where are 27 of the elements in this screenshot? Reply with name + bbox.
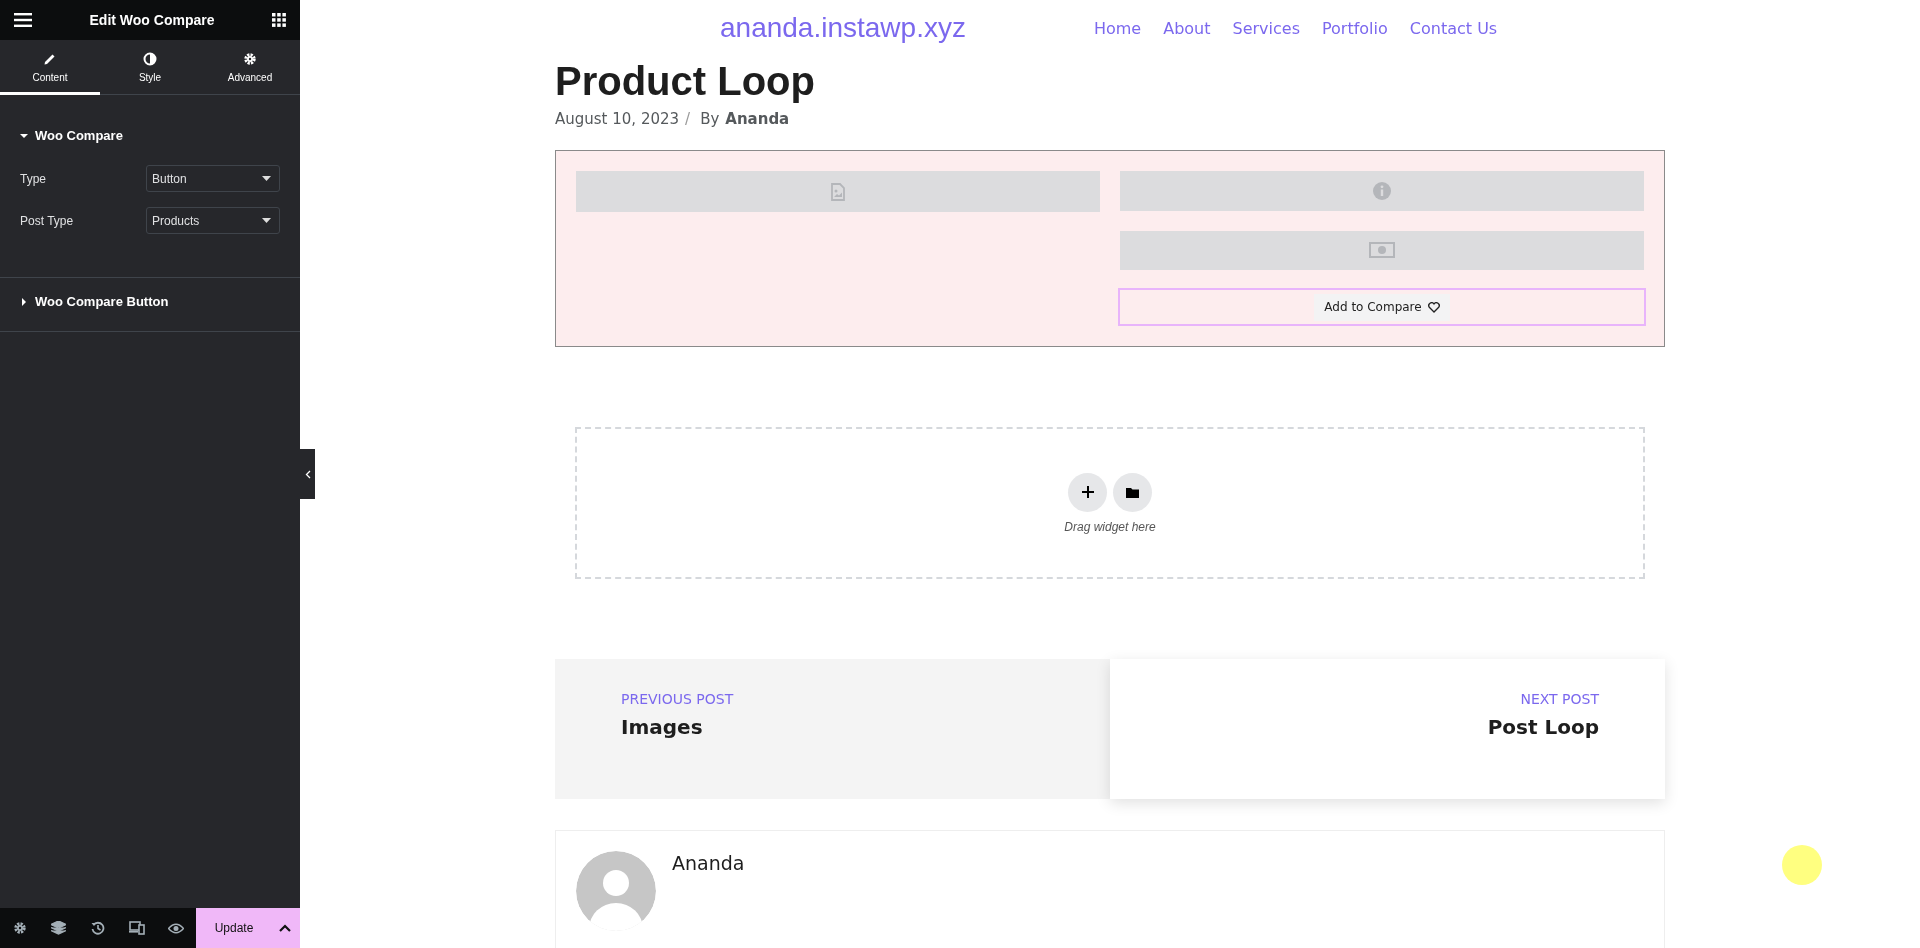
control-label: Post Type (20, 213, 74, 228)
add-to-compare-button[interactable]: Add to Compare (1314, 293, 1450, 321)
drop-zone-hint: Drag widget here (1064, 519, 1156, 534)
panel-tab[interactable]: Style (100, 40, 200, 95)
nav-link[interactable]: Contact Us (1409, 18, 1498, 38)
nav-link[interactable]: Services (1232, 18, 1300, 38)
update-button[interactable]: Update (196, 908, 270, 948)
post-nav-link[interactable]: NEXT POST Post Loop (1110, 659, 1665, 799)
post-author[interactable]: Ananda (725, 110, 790, 128)
panel-tab[interactable]: Advanced (200, 40, 300, 95)
section-header[interactable]: Woo Compare Button (0, 278, 300, 331)
post-date: August 10, 2023 (555, 110, 680, 128)
author-name[interactable]: Ananda (672, 852, 745, 874)
site-title[interactable]: ananda.instawp.xyz (720, 12, 966, 44)
nav-link[interactable]: Home (1093, 18, 1142, 38)
select-field[interactable]: Products (146, 207, 280, 234)
meta-separator: / (685, 110, 691, 128)
select-field[interactable]: Button (146, 165, 280, 192)
nav-link[interactable]: About (1163, 18, 1211, 38)
section-header[interactable]: Woo Compare (0, 95, 300, 165)
byline-label: By (700, 110, 720, 128)
panel-title: Edit Woo Compare (89, 12, 215, 28)
panel-tab[interactable]: Content (0, 40, 100, 95)
post-title: Product Loop (555, 58, 816, 105)
control-label: Type (20, 171, 46, 186)
nav-link[interactable]: Portfolio (1321, 18, 1388, 38)
post-nav-link[interactable]: PREVIOUS POST Images (555, 659, 1110, 799)
